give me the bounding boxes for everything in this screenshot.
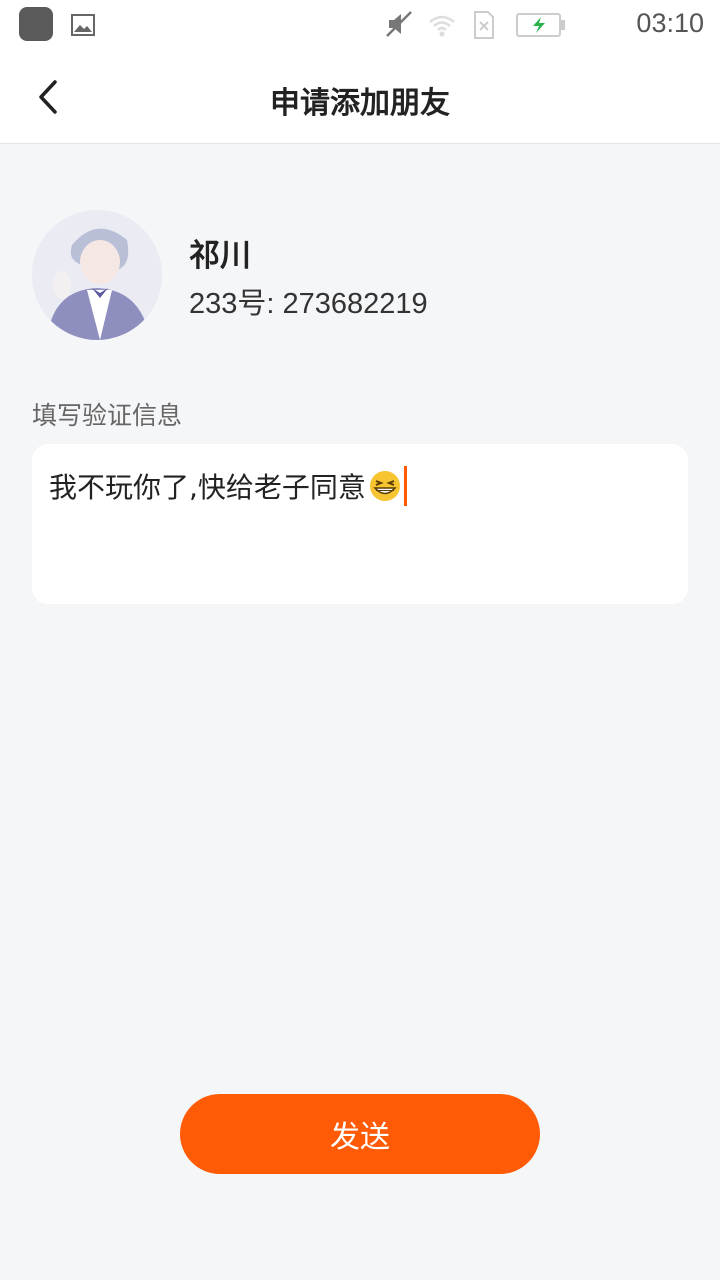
mute-icon [386, 11, 412, 37]
message-text-row: 我不玩你了,快给老子同意 [49, 466, 407, 506]
battery-charging-icon [516, 13, 565, 37]
text-caret [403, 466, 407, 506]
app-icon [19, 7, 53, 41]
user-id: 233号: 273682219 [189, 288, 428, 320]
wifi-icon [429, 15, 455, 37]
avatar-image [32, 210, 162, 340]
grinning-squint-emoji-icon [369, 471, 400, 501]
verification-message-input[interactable]: 我不玩你了,快给老子同意 [32, 444, 688, 604]
verification-label: 填写验证信息 [32, 401, 183, 430]
clock: 03:10 [636, 8, 704, 38]
gallery-icon [71, 14, 95, 36]
avatar[interactable] [32, 210, 162, 340]
status-bar: 03:10 [0, 0, 720, 50]
sim-icon [474, 11, 494, 39]
page-title: 申请添加朋友 [270, 86, 450, 121]
message-text: 我不玩你了,快给老子同意 [49, 471, 366, 504]
header: 申请添加朋友 [0, 50, 720, 144]
user-name: 祁川 [189, 238, 251, 274]
send-button[interactable]: 发送 [180, 1094, 540, 1174]
